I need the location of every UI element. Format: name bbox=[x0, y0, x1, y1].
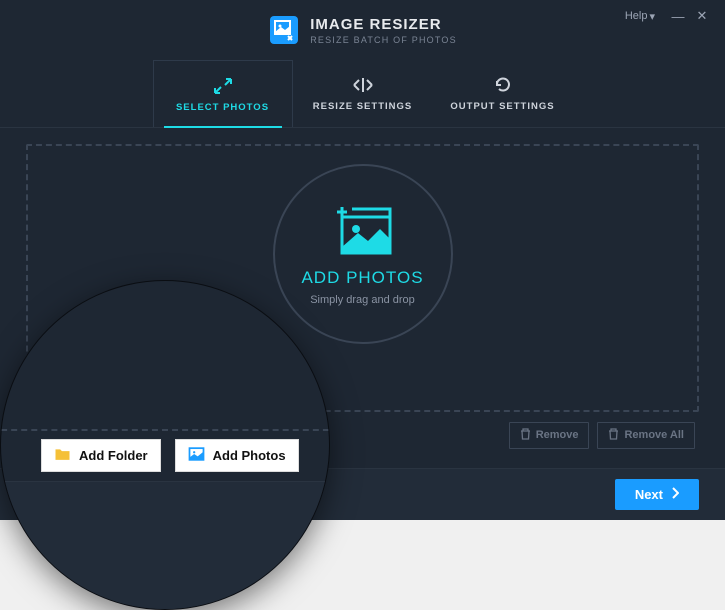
button-label: Add Photos bbox=[213, 448, 286, 463]
remove-button[interactable]: Remove bbox=[509, 422, 590, 449]
resize-horizontal-icon bbox=[351, 75, 375, 95]
app-logo-icon bbox=[268, 14, 300, 46]
tab-resize-settings[interactable]: RESIZE SETTINGS bbox=[293, 60, 433, 127]
app-title: IMAGE RESIZER bbox=[310, 16, 457, 33]
add-folder-button[interactable]: Add Folder bbox=[41, 439, 161, 472]
image-icon bbox=[188, 447, 205, 464]
tab-output-settings[interactable]: OUTPUT SETTINGS bbox=[433, 60, 573, 127]
tab-label: OUTPUT SETTINGS bbox=[450, 101, 554, 112]
button-label: Remove bbox=[536, 429, 579, 441]
expand-arrows-icon bbox=[212, 76, 234, 96]
remove-all-button[interactable]: Remove All bbox=[597, 422, 695, 449]
tab-select-photos[interactable]: SELECT PHOTOS bbox=[153, 60, 293, 127]
zoom-footer-area bbox=[0, 481, 330, 610]
add-image-icon bbox=[330, 203, 396, 262]
next-button[interactable]: Next bbox=[615, 479, 699, 510]
zoom-lens: Add Folder Add Photos bbox=[0, 280, 330, 610]
zoom-dropzone-edge bbox=[0, 331, 330, 431]
minimize-icon[interactable]: — bbox=[669, 9, 687, 24]
tab-label: RESIZE SETTINGS bbox=[313, 101, 412, 112]
folder-icon bbox=[54, 447, 71, 464]
button-label: Next bbox=[635, 487, 663, 502]
help-label: Help bbox=[625, 10, 648, 22]
close-icon[interactable]: ✕ bbox=[693, 8, 711, 24]
add-photos-button[interactable]: Add Photos bbox=[175, 439, 299, 472]
window-controls: Help ▾ — ✕ bbox=[625, 8, 711, 24]
refresh-icon bbox=[493, 75, 513, 95]
zoom-toolbar: Add Folder Add Photos bbox=[41, 439, 299, 472]
header: IMAGE RESIZER RESIZE BATCH OF PHOTOS Hel… bbox=[0, 0, 725, 60]
trash-icon bbox=[520, 428, 531, 443]
chevron-right-icon bbox=[671, 487, 679, 502]
tab-bar: SELECT PHOTOS RESIZE SETTINGS OUTPUT SET… bbox=[0, 60, 725, 128]
button-label: Add Folder bbox=[79, 448, 148, 463]
trash-icon bbox=[608, 428, 619, 443]
button-label: Remove All bbox=[624, 429, 684, 441]
app-titles: IMAGE RESIZER RESIZE BATCH OF PHOTOS bbox=[310, 16, 457, 45]
logo-area: IMAGE RESIZER RESIZE BATCH OF PHOTOS bbox=[268, 14, 457, 46]
tab-label: SELECT PHOTOS bbox=[176, 102, 269, 113]
app-subtitle: RESIZE BATCH OF PHOTOS bbox=[310, 35, 457, 45]
help-menu[interactable]: Help ▾ bbox=[625, 10, 655, 23]
caret-down-icon: ▾ bbox=[649, 10, 655, 23]
